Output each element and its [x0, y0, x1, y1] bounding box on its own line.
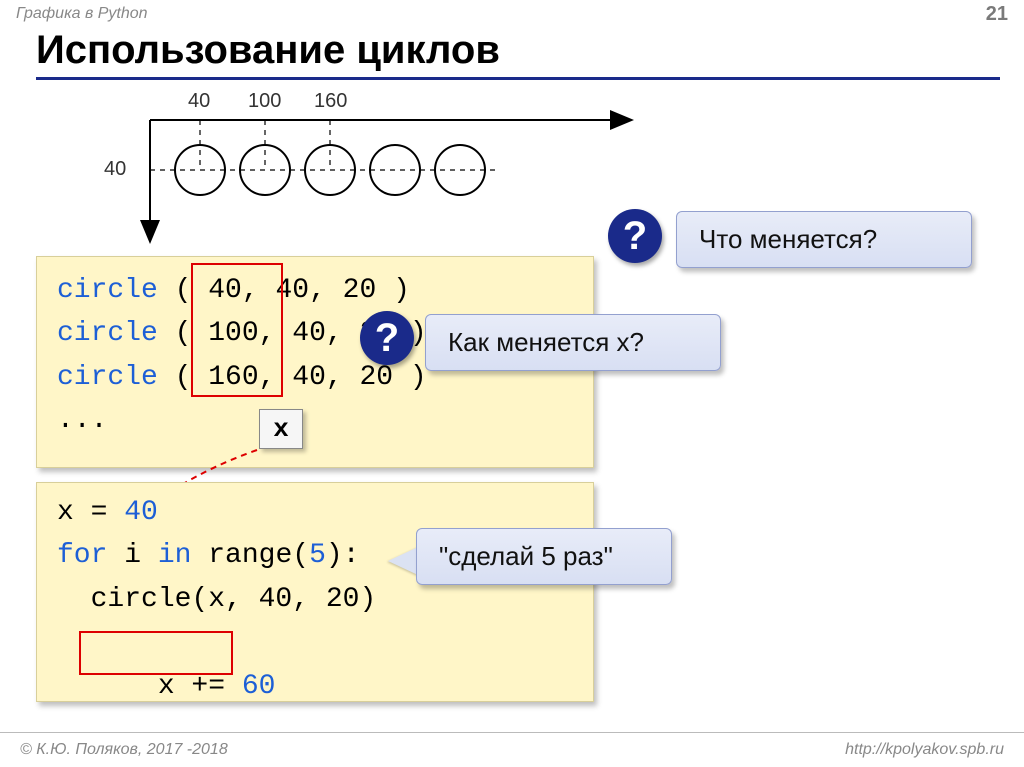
- header-topic: Графика в Python: [16, 5, 148, 23]
- callout-q1: Что меняется?: [676, 211, 972, 268]
- axes-svg: [140, 110, 660, 250]
- callout-q1-text: Что меняется?: [699, 224, 877, 255]
- kw-circle: circle: [57, 362, 158, 393]
- slide-title: Использование циклов: [36, 28, 1024, 73]
- kw-circle: circle: [57, 318, 158, 349]
- y-tick-40: 40: [104, 158, 126, 181]
- kw-circle: circle: [57, 275, 158, 306]
- footer-copyright: © К.Ю. Поляков, 2017 -2018: [20, 741, 228, 759]
- red-box-first-args: [191, 263, 283, 397]
- callout-do5-text: "сделай 5 раз": [439, 541, 613, 572]
- page-number: 21: [986, 3, 1008, 26]
- question-icon: ?: [360, 311, 414, 365]
- callout-tail: [388, 547, 418, 575]
- code-box-2: x = 40 for i in range(5): circle(x, 40, …: [36, 482, 594, 702]
- ellipsis: ...: [57, 399, 573, 442]
- footer-url: http://kpolyakov.spb.ru: [845, 741, 1004, 759]
- x-variable-label: x: [259, 409, 303, 449]
- callout-do5: "сделай 5 раз": [416, 528, 672, 585]
- callout-q2: Как меняется x?: [425, 314, 721, 371]
- callout-q2-text: Как меняется x?: [448, 327, 644, 358]
- title-underline: [36, 77, 1000, 80]
- red-box-increment: [79, 631, 233, 675]
- question-icon: ?: [608, 209, 662, 263]
